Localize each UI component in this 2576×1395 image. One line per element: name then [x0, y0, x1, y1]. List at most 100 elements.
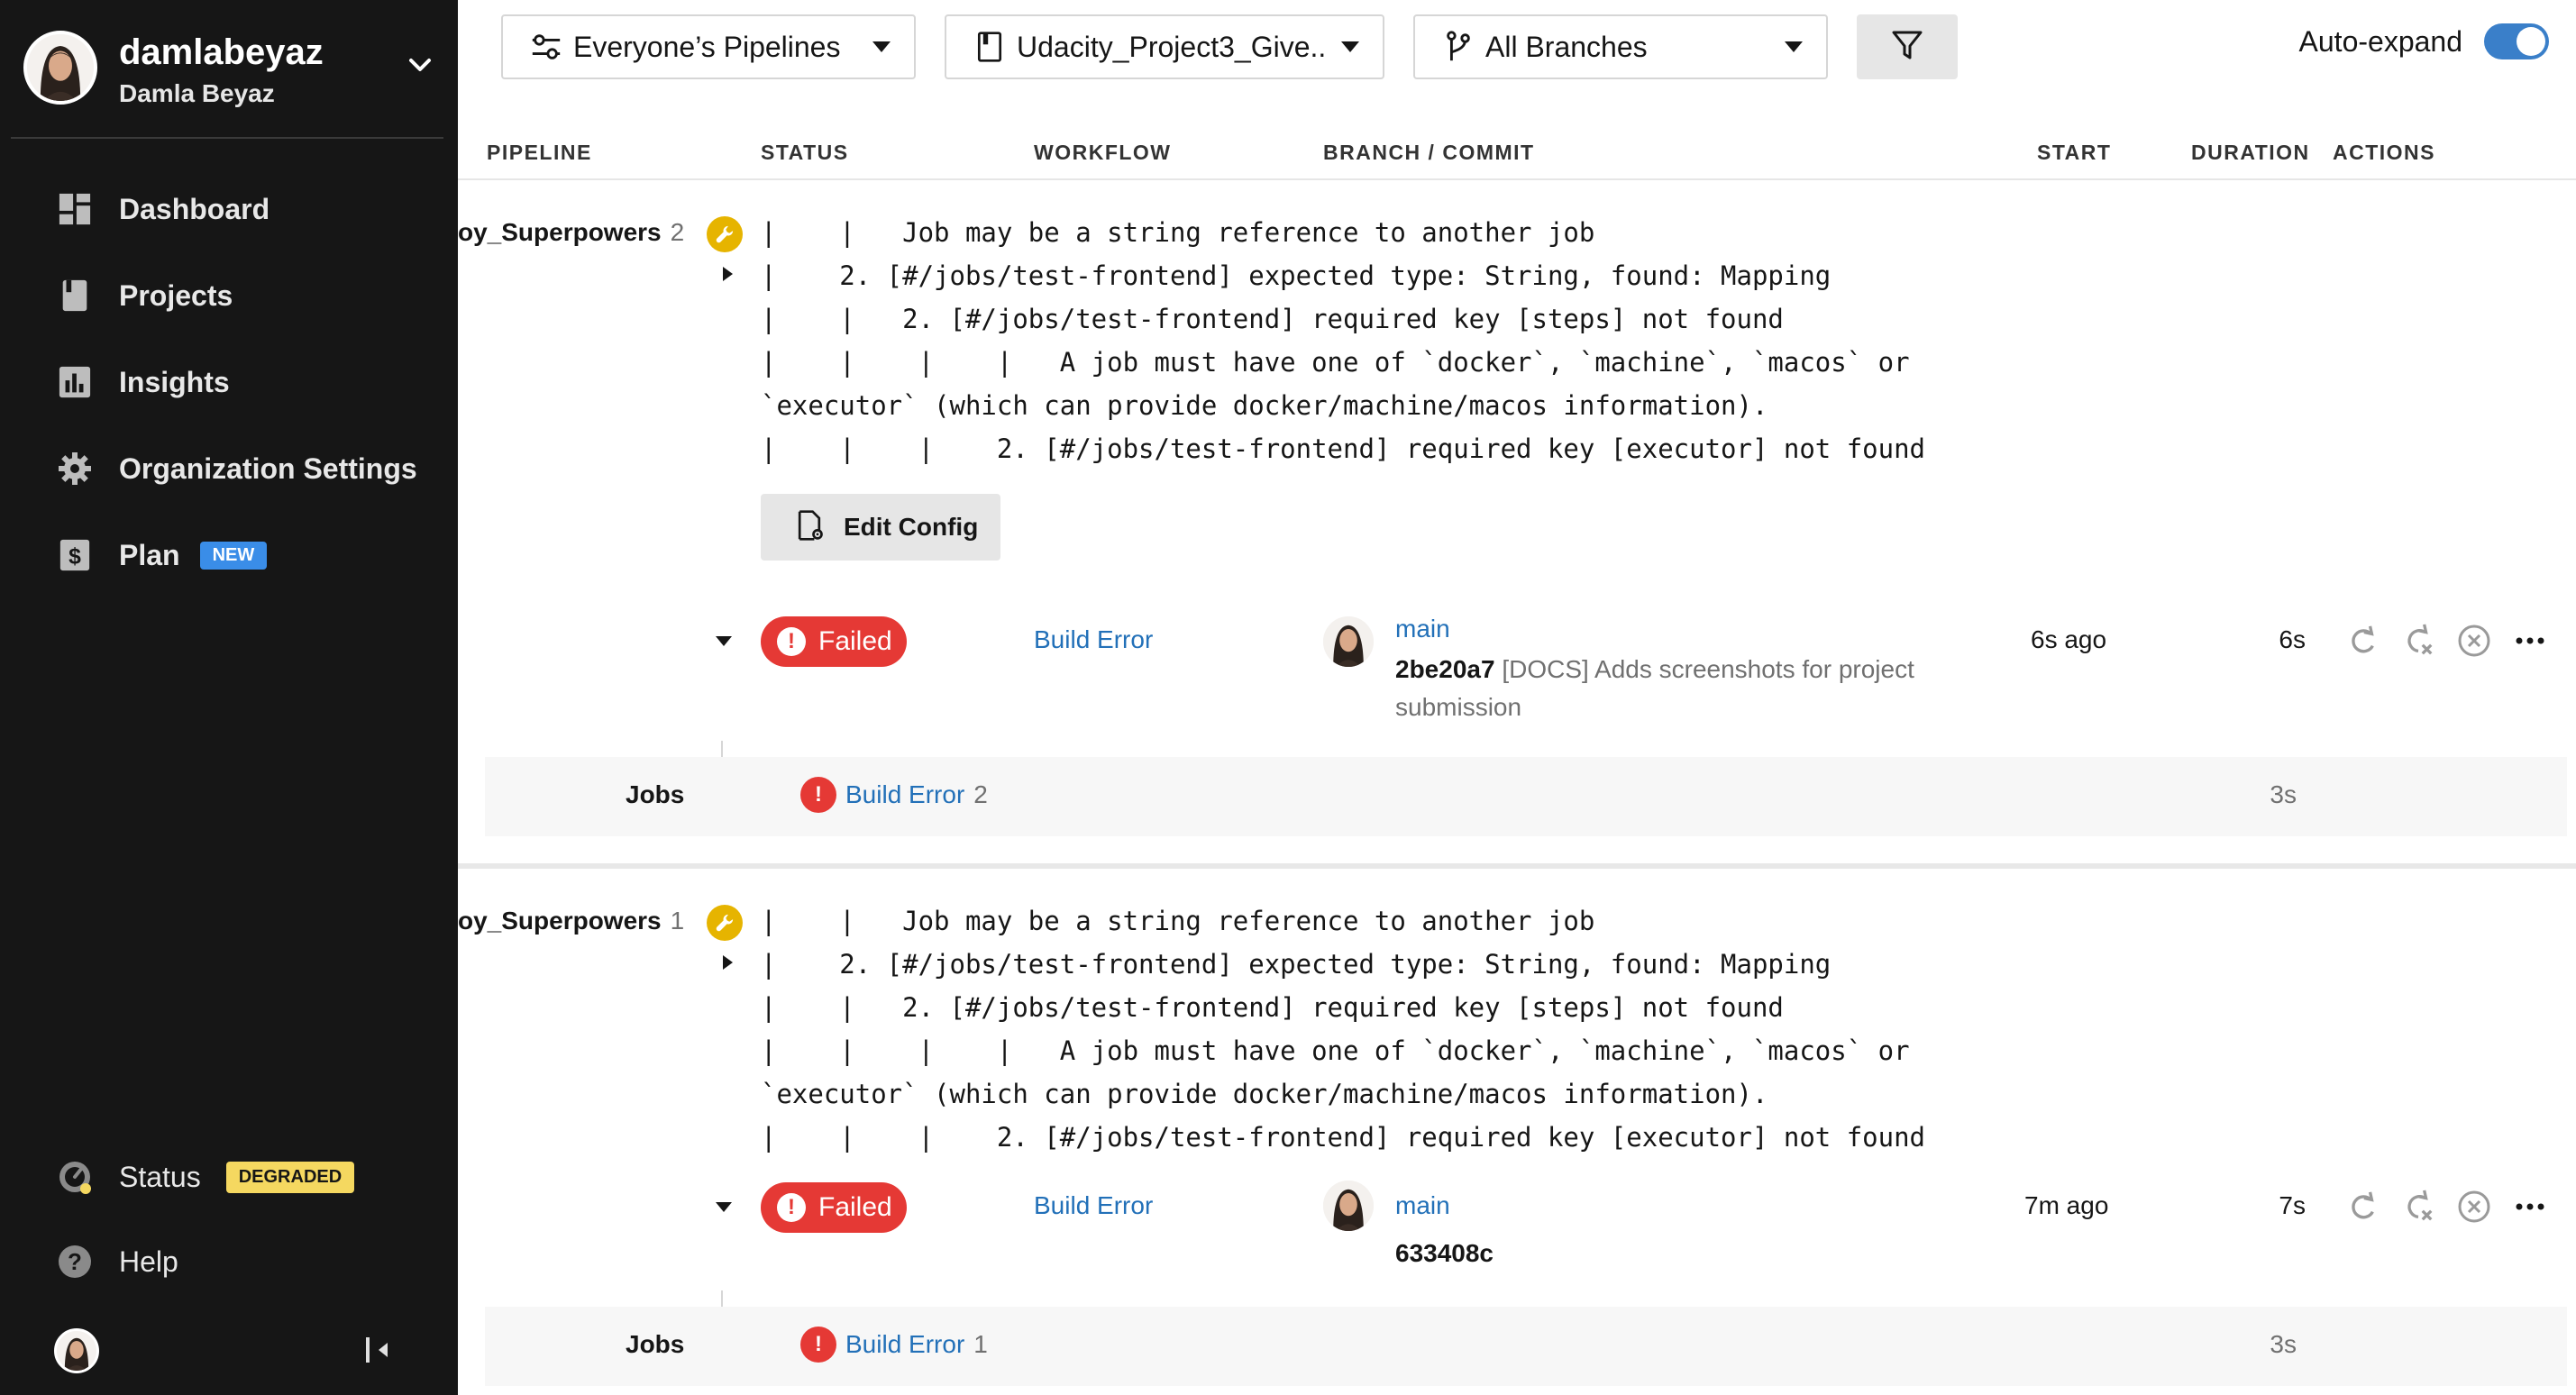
- sidebar-item-plan[interactable]: $ Plan NEW: [56, 530, 268, 580]
- cancel-icon[interactable]: [2455, 622, 2493, 660]
- svg-text:?: ?: [68, 1248, 82, 1275]
- expand-error-icon[interactable]: [723, 267, 733, 281]
- column-header-pipeline: PIPELINE: [487, 141, 592, 164]
- alert-icon: !: [777, 1193, 806, 1222]
- status-label: Failed: [818, 1192, 892, 1222]
- column-header-start: START: [2037, 141, 2112, 164]
- sidebar-item-label: Help: [119, 1245, 178, 1278]
- pipeline-row: oy_Superpowers 1 | | Job may be a string …: [458, 869, 2576, 1395]
- sidebar-item-status[interactable]: Status DEGRADED: [56, 1152, 355, 1202]
- jobs-row: Jobs ! Build Error 2 3s: [485, 757, 2567, 836]
- job-number: 1: [973, 1330, 988, 1358]
- rerun-icon[interactable]: [2343, 1188, 2381, 1226]
- project-dropdown[interactable]: Udacity_Project3_Give...: [945, 14, 1384, 79]
- book-icon: [56, 277, 94, 315]
- config-error-text: | | Job may be a string reference to ano…: [761, 906, 1926, 1153]
- sidebar-item-dashboard[interactable]: Dashboard: [56, 184, 269, 234]
- column-header-workflow: WORKFLOW: [1034, 141, 1172, 164]
- jobs-row: Jobs ! Build Error 1 3s: [485, 1307, 2567, 1386]
- filter-bar: Everyone’s Pipelines Udacity_Project3_Gi…: [458, 14, 2576, 79]
- branches-dropdown-label: All Branches: [1485, 30, 1648, 63]
- column-header-branch-commit: BRANCH / COMMIT: [1323, 141, 1535, 164]
- branch-link[interactable]: main: [1395, 1191, 1450, 1220]
- sidebar-item-organization-settings[interactable]: Organization Settings: [56, 443, 417, 494]
- file-gear-icon: [793, 509, 826, 546]
- sidebar-divider: [11, 137, 443, 139]
- job-duration: 3s: [2270, 780, 2297, 808]
- status-badge[interactable]: ! Failed: [761, 616, 907, 667]
- collapse-workflow-icon[interactable]: [716, 636, 732, 646]
- job-number: 2: [973, 780, 988, 808]
- filter-button[interactable]: [1857, 14, 1958, 79]
- cancel-icon[interactable]: [2455, 1188, 2493, 1226]
- collapse-sidebar-icon[interactable]: [361, 1332, 397, 1368]
- edit-config-button[interactable]: Edit Config: [761, 494, 1000, 561]
- pipeline-name[interactable]: oy_Superpowers 2: [458, 218, 684, 247]
- job-failed-icon: !: [800, 1327, 836, 1363]
- more-icon[interactable]: [2511, 1188, 2549, 1226]
- branch-link[interactable]: main: [1395, 615, 1450, 643]
- pipeline-number: 2: [670, 218, 685, 246]
- main-content: Everyone’s Pipelines Udacity_Project3_Gi…: [458, 0, 2576, 1395]
- auto-expand: Auto-expand: [2299, 14, 2549, 68]
- job-link[interactable]: Build Error 2: [845, 780, 988, 809]
- dollar-icon: $: [56, 536, 94, 574]
- wrench-icon: [707, 216, 743, 252]
- jobs-label: Jobs: [626, 780, 685, 808]
- collapse-workflow-icon[interactable]: [716, 1202, 732, 1212]
- wrench-icon: [707, 905, 743, 941]
- commit-hash[interactable]: 633408c: [1395, 1239, 1494, 1267]
- help-icon: ?: [56, 1243, 94, 1281]
- sidebar-item-projects[interactable]: Projects: [56, 270, 233, 321]
- commit-info: 2be20a7 [DOCS] Adds screenshots for proj…: [1395, 651, 1954, 726]
- rerun-failed-icon[interactable]: [2399, 1188, 2437, 1226]
- sidebar-item-help[interactable]: ? Help: [56, 1236, 178, 1287]
- user-avatar-small[interactable]: [54, 1328, 99, 1373]
- status-label: Failed: [818, 626, 892, 656]
- sidebar-item-label: Insights: [119, 365, 230, 398]
- gauge-icon: [56, 1158, 94, 1196]
- pipelines-dropdown[interactable]: Everyone’s Pipelines: [501, 14, 916, 79]
- new-badge: NEW: [199, 541, 268, 570]
- sidebar-item-label: Dashboard: [119, 192, 270, 225]
- user-menu[interactable]: damlabeyaz Damla Beyaz: [23, 29, 438, 107]
- rerun-icon[interactable]: [2343, 622, 2381, 660]
- status-badge: DEGRADED: [225, 1161, 355, 1193]
- branch-icon: [1440, 29, 1476, 65]
- job-failed-icon: !: [800, 777, 836, 813]
- bar-chart-icon: [56, 363, 94, 401]
- status-badge[interactable]: ! Failed: [761, 1182, 907, 1233]
- column-header-status: STATUS: [761, 141, 849, 164]
- expand-error-icon[interactable]: [723, 955, 733, 970]
- caret-down-icon: [872, 41, 891, 52]
- notebook-icon: [972, 29, 1008, 65]
- full-name: Damla Beyaz: [119, 79, 275, 107]
- sidebar-item-insights[interactable]: Insights: [56, 357, 230, 407]
- rerun-failed-icon[interactable]: [2399, 622, 2437, 660]
- branches-dropdown[interactable]: All Branches: [1413, 14, 1828, 79]
- workflow-link[interactable]: Build Error: [1034, 1191, 1153, 1220]
- svg-text:$: $: [69, 545, 81, 570]
- dashboard-icon: [56, 190, 94, 228]
- auto-expand-toggle[interactable]: [2484, 23, 2549, 59]
- sliders-icon: [528, 29, 564, 65]
- pipeline-row: oy_Superpowers 2 | | Job may be a string …: [458, 180, 2576, 863]
- sidebar: damlabeyaz Damla Beyaz Dashboard Project…: [0, 0, 458, 1395]
- commit-hash[interactable]: 2be20a7: [1395, 655, 1495, 683]
- filter-icon: [1889, 27, 1925, 68]
- job-link[interactable]: Build Error 1: [845, 1330, 988, 1359]
- sidebar-item-label: Status: [119, 1160, 201, 1193]
- commit-author-avatar: [1323, 1181, 1374, 1231]
- chevron-down-icon[interactable]: [402, 47, 438, 83]
- jobs-label: Jobs: [626, 1330, 685, 1358]
- username: damlabeyaz: [119, 32, 324, 72]
- sidebar-item-label: Organization Settings: [119, 451, 417, 485]
- pipeline-name[interactable]: oy_Superpowers 1: [458, 907, 684, 935]
- more-icon[interactable]: [2511, 622, 2549, 660]
- workflow-actions: [2060, 622, 2544, 665]
- job-duration: 3s: [2270, 1330, 2297, 1358]
- column-header-duration: DURATION: [2191, 141, 2310, 164]
- commit-author-avatar: [1323, 616, 1374, 667]
- auto-expand-label: Auto-expand: [2298, 24, 2462, 58]
- workflow-link[interactable]: Build Error: [1034, 625, 1153, 654]
